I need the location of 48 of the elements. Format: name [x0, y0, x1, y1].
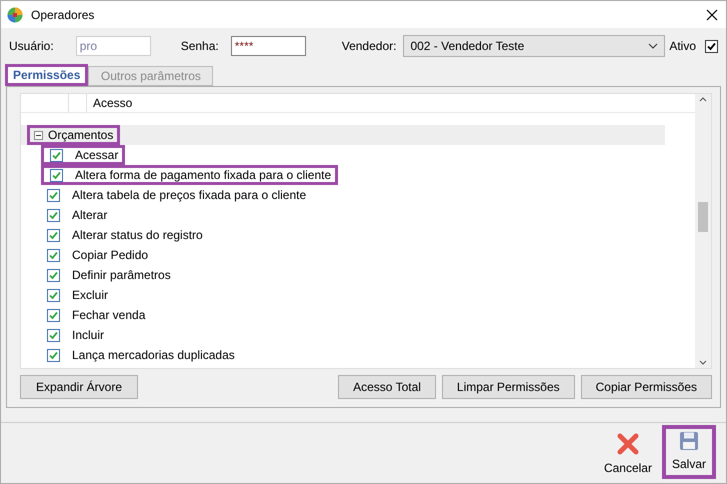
permission-item[interactable]: Incluir [44, 325, 108, 345]
permission-item[interactable]: Excluir [44, 285, 112, 305]
checkbox[interactable] [47, 268, 60, 282]
checkbox[interactable] [47, 248, 60, 262]
checkbox[interactable] [47, 188, 60, 202]
permission-item[interactable]: Definir parâmetros [44, 265, 175, 285]
permission-item[interactable]: Alterar [44, 205, 112, 225]
scroll-thumb[interactable] [698, 202, 708, 232]
checkbox[interactable] [50, 168, 63, 182]
scroll-up-icon[interactable] [699, 97, 707, 102]
panel-button[interactable]: Limpar Permissões [442, 375, 575, 399]
save-button[interactable]: Salvar [662, 425, 716, 479]
field-label: Usuário: [9, 39, 54, 53]
caret-icon [648, 43, 658, 49]
permission-item[interactable]: Fechar venda [44, 305, 150, 325]
permission-item[interactable]: Altera tabela de preços fixada para o cliente [44, 185, 310, 205]
app-logo-icon [7, 6, 23, 22]
password-field[interactable]: **** [230, 36, 306, 56]
scroll-down-icon[interactable] [699, 360, 707, 365]
field-label: Senha: [180, 39, 219, 53]
checkbox[interactable] [47, 288, 60, 302]
permission-item[interactable]: Copiar Pedido [44, 245, 152, 265]
checkbox[interactable] [47, 328, 60, 342]
checkbox[interactable] [47, 308, 60, 322]
close-icon[interactable] [706, 8, 718, 20]
field-label: Ativo [669, 39, 696, 53]
close-icon [616, 433, 639, 455]
checkbox[interactable] [47, 208, 60, 222]
column-header: Acesso [92, 95, 132, 112]
collapse-icon[interactable] [34, 130, 43, 140]
checkbox[interactable] [47, 228, 60, 242]
seller-dropdown[interactable]: 002 - Vendedor Teste [403, 35, 666, 57]
checkbox[interactable] [50, 148, 63, 162]
scrollbar[interactable] [695, 94, 711, 368]
tab[interactable]: Permissões [5, 64, 88, 86]
panel-button[interactable]: Copiar Permissões [580, 375, 712, 399]
checkbox[interactable] [47, 348, 60, 362]
active-checkbox[interactable] [705, 40, 718, 52]
permission-item[interactable]: Alterar status do registro [44, 225, 207, 245]
panel-button[interactable]: Acesso Total [338, 375, 436, 399]
panel-button[interactable]: Expandir Árvore [20, 375, 138, 399]
cancel-button[interactable]: Cancelar [598, 425, 658, 479]
field-label: Vendedor: [342, 39, 396, 53]
permission-item[interactable]: Altera forma de pagamento fixada para o cliente [41, 165, 338, 185]
permission-item[interactable]: Acessar [41, 145, 126, 165]
window-title: Operadores [31, 8, 96, 22]
tree-group[interactable]: Orçamentos [27, 125, 120, 145]
permission-item[interactable]: Lança mercadorias duplicadas [44, 345, 239, 365]
